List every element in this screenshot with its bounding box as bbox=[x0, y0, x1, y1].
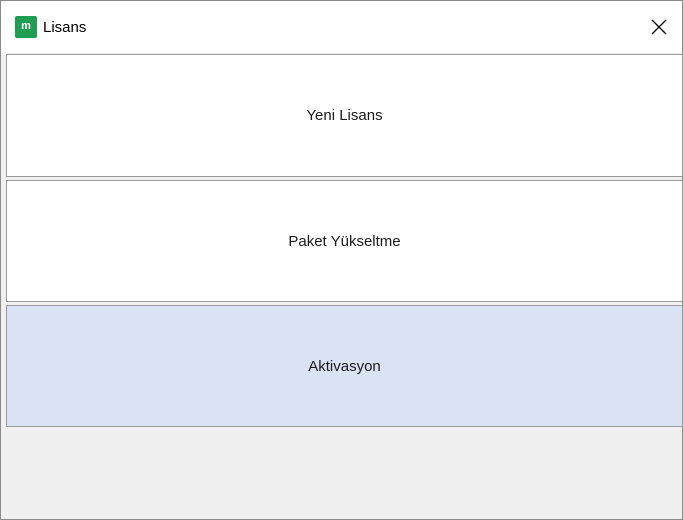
window-title: Lisans bbox=[43, 18, 87, 36]
new-license-label: Yeni Lisans bbox=[306, 107, 383, 124]
package-upgrade-button[interactable]: Paket Yükseltme bbox=[6, 180, 683, 302]
license-dialog: m Lisans Yeni Lisans Paket Yükseltme Akt… bbox=[0, 0, 683, 520]
close-icon bbox=[651, 19, 667, 35]
activation-label: Aktivasyon bbox=[308, 357, 381, 375]
app-logo-icon: m bbox=[15, 16, 37, 38]
title-bar: m Lisans bbox=[1, 1, 682, 53]
package-upgrade-label: Paket Yükseltme bbox=[288, 232, 401, 250]
new-license-button[interactable]: Yeni Lisans bbox=[6, 54, 683, 177]
close-button[interactable] bbox=[636, 1, 682, 53]
activation-button[interactable]: Aktivasyon bbox=[6, 305, 683, 427]
app-logo-glyph: m bbox=[21, 19, 31, 32]
